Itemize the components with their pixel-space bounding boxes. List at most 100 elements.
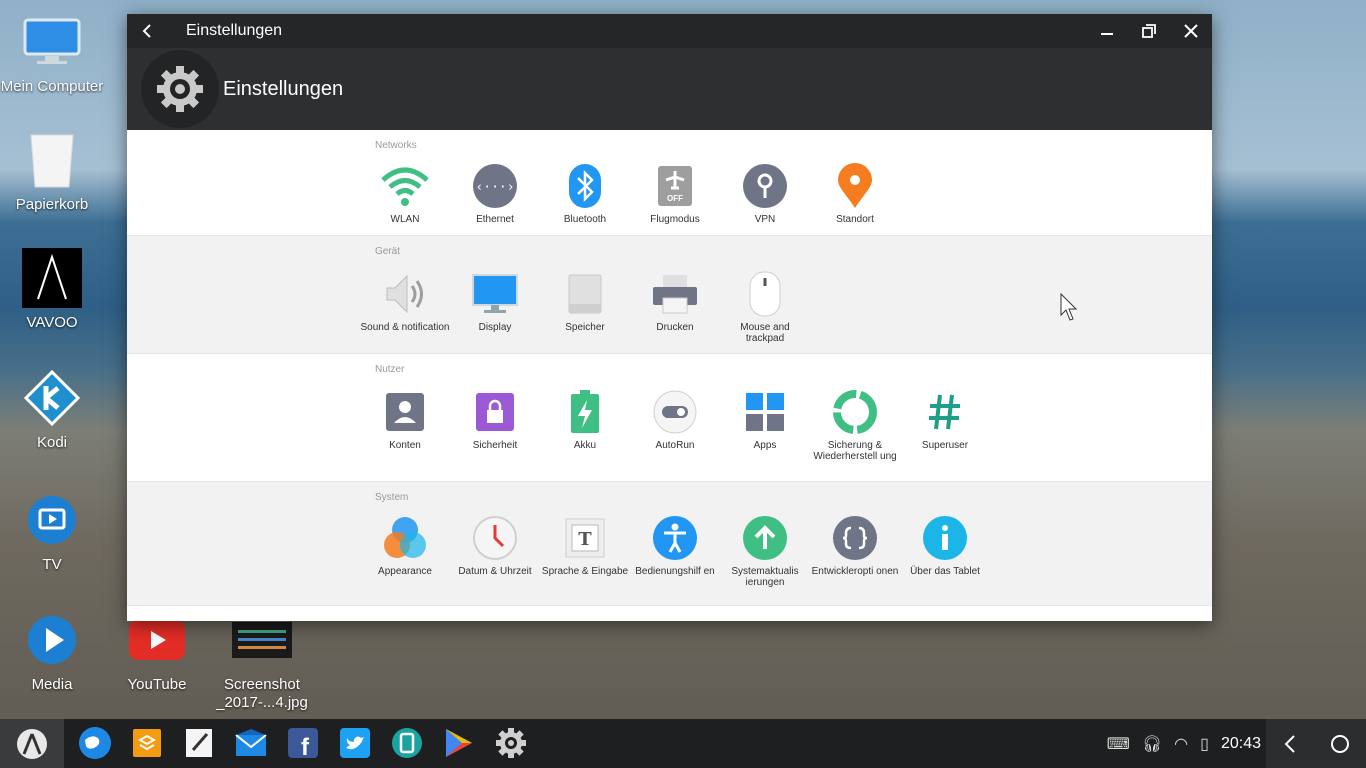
- computer-icon: [22, 12, 82, 72]
- setting-label: Über das Tablet: [910, 566, 980, 577]
- setting-standort[interactable]: Standort: [810, 162, 900, 225]
- setting-label: Flugmodus: [650, 214, 700, 225]
- info-icon: [921, 514, 969, 562]
- section-title: Networks: [375, 140, 417, 151]
- close-button[interactable]: [1170, 14, 1212, 48]
- window-titlebar[interactable]: Einstellungen: [127, 14, 1212, 48]
- setting-sprache[interactable]: T Sprache & Eingabe: [540, 514, 630, 588]
- setting-info[interactable]: Über das Tablet: [900, 514, 990, 588]
- accessibility-icon: [651, 514, 699, 562]
- trash-icon: [22, 130, 82, 190]
- desktop-icon-label: Kodi: [36, 434, 68, 451]
- setting-autorun[interactable]: AutoRun: [630, 388, 720, 462]
- mail-icon[interactable]: [233, 725, 269, 761]
- ethernet-icon: ‹···›: [471, 162, 519, 210]
- facebook-icon[interactable]: f: [285, 725, 321, 761]
- setting-superuser[interactable]: Superuser: [900, 388, 990, 462]
- headphones-icon[interactable]: 🎧︎: [1142, 734, 1162, 754]
- bluetooth-icon: [561, 162, 609, 210]
- language-icon: T: [561, 514, 609, 562]
- setting-bedienungshilfen[interactable]: Bedienungshilf en: [630, 514, 720, 588]
- setting-entwickler[interactable]: Entwickleropti onen: [810, 514, 900, 588]
- setting-speicher[interactable]: Speicher: [540, 270, 630, 344]
- setting-label: Bluetooth: [563, 214, 607, 225]
- desktop-icon-label: Mein Computer: [0, 78, 104, 95]
- desktop-icon-media[interactable]: Media: [0, 610, 104, 694]
- close-icon: [1184, 24, 1198, 38]
- setting-bluetooth[interactable]: Bluetooth: [540, 162, 630, 225]
- setting-appearance[interactable]: Appearance: [360, 514, 450, 588]
- setting-vpn[interactable]: VPN: [720, 162, 810, 225]
- setting-apps[interactable]: Apps: [720, 388, 810, 462]
- clock-icon: [471, 514, 519, 562]
- back-button[interactable]: [127, 14, 167, 48]
- account-icon: [381, 388, 429, 436]
- backup-icon: [831, 388, 879, 436]
- setting-datum[interactable]: Datum & Uhrzeit: [450, 514, 540, 588]
- start-button[interactable]: [0, 719, 64, 768]
- svg-text:f: f: [301, 734, 310, 758]
- developer-icon: [831, 514, 879, 562]
- desktop-icon-tv[interactable]: TV: [0, 490, 104, 574]
- setting-sicherheit[interactable]: Sicherheit: [450, 388, 540, 462]
- speaker-icon: [381, 270, 429, 318]
- desktop-icon-label: Papierkorb: [15, 196, 89, 213]
- setting-label: Entwickleropti onen: [811, 566, 899, 577]
- mouse-icon: [741, 270, 789, 318]
- desktop-icon-youtube[interactable]: YouTube: [105, 610, 209, 694]
- minimize-icon: [1101, 33, 1113, 35]
- setting-backup[interactable]: Sicherung & Wiederherstell ung: [810, 388, 900, 462]
- twitter-icon[interactable]: [337, 725, 373, 761]
- nav-home-icon[interactable]: [1330, 734, 1350, 754]
- setting-konten[interactable]: Konten: [360, 388, 450, 462]
- setting-drucken[interactable]: Drucken: [630, 270, 720, 344]
- play-store-icon[interactable]: [441, 725, 477, 761]
- navigation-bar: [1266, 719, 1366, 768]
- battery-status-icon[interactable]: ▯: [1200, 734, 1209, 754]
- setting-sound[interactable]: Sound & notification: [360, 270, 450, 344]
- setting-systemupdate[interactable]: Systemaktualis ierungen: [720, 514, 810, 588]
- desktop-icon-screenshot[interactable]: Screenshot _2017-...4.jpg: [210, 610, 314, 712]
- system-tray: ⌨ 🎧︎ ◠ ▯ 20:43: [1095, 719, 1261, 768]
- vpn-icon: [741, 162, 789, 210]
- desktop-icon-vavoo[interactable]: VAVOO: [0, 248, 104, 332]
- setting-label: Datum & Uhrzeit: [458, 566, 532, 577]
- battery-icon: [561, 388, 609, 436]
- setting-flugmodus[interactable]: OFF Flugmodus: [630, 162, 720, 225]
- setting-ethernet[interactable]: ‹···› Ethernet: [450, 162, 540, 225]
- setting-wlan[interactable]: WLAN: [360, 162, 450, 225]
- files-icon[interactable]: [129, 725, 165, 761]
- setting-label: Sound & notification: [360, 322, 450, 333]
- desktop-icon-label: TV: [42, 556, 62, 573]
- settings-icon[interactable]: [493, 725, 529, 761]
- browser-icon[interactable]: [77, 725, 113, 761]
- storage-icon: [561, 270, 609, 318]
- desktop-icon-my-computer[interactable]: Mein Computer: [0, 12, 104, 96]
- tv-icon: [22, 490, 82, 550]
- tablet-icon[interactable]: [389, 725, 425, 761]
- page-title: Einstellungen: [223, 78, 344, 100]
- taskbar: f ⌨ 🎧︎ ◠ ▯ 20:43: [0, 719, 1366, 768]
- setting-label: Sprache & Eingabe: [541, 566, 629, 577]
- minimize-button[interactable]: [1086, 14, 1128, 48]
- setting-label: Sicherung & Wiederherstell ung: [813, 440, 897, 462]
- svg-text:T: T: [578, 529, 592, 550]
- setting-label: WLAN: [390, 214, 420, 225]
- wifi-status-icon[interactable]: ◠: [1174, 734, 1188, 754]
- desktop-icon-kodi[interactable]: Kodi: [0, 368, 104, 452]
- clock[interactable]: 20:43: [1221, 735, 1261, 753]
- setting-akku[interactable]: Akku: [540, 388, 630, 462]
- maximize-button[interactable]: [1128, 14, 1170, 48]
- nav-back-icon[interactable]: [1283, 734, 1297, 754]
- section-title: Nutzer: [375, 364, 405, 375]
- setting-label: Konten: [389, 440, 421, 451]
- wifi-icon: [381, 162, 429, 210]
- keyboard-icon[interactable]: ⌨: [1107, 734, 1130, 754]
- setting-label: Display: [478, 322, 512, 333]
- desktop-icon-label: Screenshot _2017-...4.jpg: [216, 676, 308, 711]
- notes-icon[interactable]: [181, 725, 217, 761]
- setting-display[interactable]: Display: [450, 270, 540, 344]
- setting-mouse[interactable]: Mouse and trackpad: [720, 270, 810, 344]
- desktop-icon-trash[interactable]: Papierkorb: [0, 130, 104, 214]
- setting-label: Sicherheit: [472, 440, 518, 451]
